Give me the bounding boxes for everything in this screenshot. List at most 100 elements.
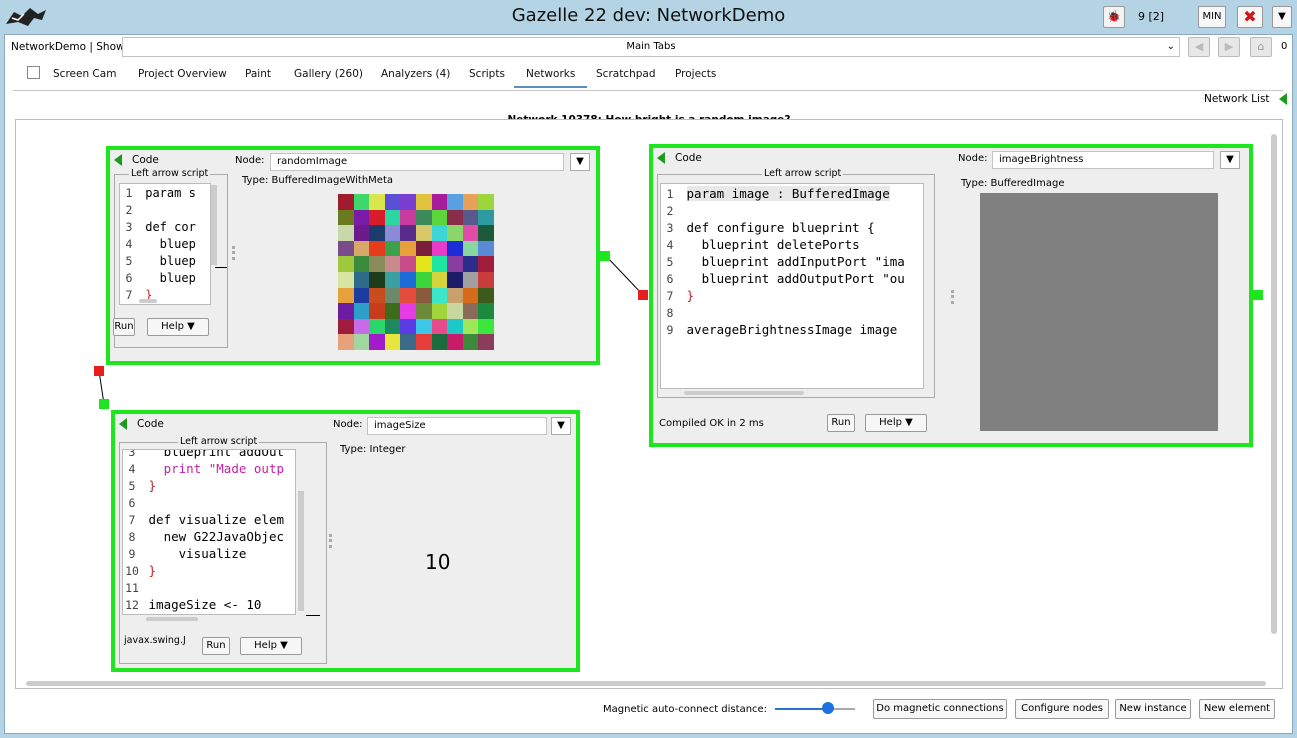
collapse-arrow-icon[interactable]: [119, 418, 127, 430]
output-port[interactable]: [99, 399, 109, 409]
mosaic-cell: [462, 318, 479, 335]
node-image-size[interactable]: Code Node: imageSize ▼ Left arrow script…: [111, 410, 580, 672]
title-bar: Gazelle 22 dev: NetworkDemo 🐞 9 [2] MIN …: [0, 0, 1297, 34]
magnetic-distance-slider[interactable]: [775, 708, 855, 710]
mosaic-cell: [447, 240, 463, 257]
node-random-image[interactable]: Code Node: randomImage ▼ Left arrow scri…: [106, 146, 600, 365]
screen-cam-checkbox[interactable]: [27, 66, 40, 79]
mosaic-cell: [462, 334, 479, 350]
split-divider[interactable]: [951, 290, 954, 304]
main-tabs-combo[interactable]: Main Tabs ⌄: [122, 37, 1180, 57]
split-divider[interactable]: [232, 246, 235, 260]
code-line: 6: [128, 496, 136, 510]
new-element-button[interactable]: New element: [1199, 699, 1275, 719]
tab-paint[interactable]: Paint: [245, 68, 271, 80]
code-editor[interactable]: 1 param s 2 3 def cor 4 bluep 5 bluep 6 …: [119, 183, 211, 305]
brightness-image-preview: [980, 193, 1218, 431]
canvas-horizontal-scrollbar[interactable]: [26, 681, 1266, 686]
tab-bar: Screen Cam Project Overview Paint Galler…: [13, 61, 1283, 91]
mosaic-cell: [338, 303, 354, 319]
vertical-scrollbar[interactable]: [211, 185, 217, 265]
mosaic-cell: [384, 287, 401, 304]
help-button[interactable]: Help ▼: [240, 637, 302, 655]
tab-projects[interactable]: Projects: [675, 68, 716, 80]
script-legend: Left arrow script: [762, 168, 844, 179]
separator-line: [306, 615, 320, 616]
mosaic-cell: [447, 334, 463, 350]
chevron-down-icon: ⌄: [1166, 41, 1175, 52]
script-panel: Left arrow script 3 blueprint addOut 4 p…: [119, 436, 327, 664]
tab-scripts[interactable]: Scripts: [469, 68, 505, 80]
mosaic-cell: [462, 194, 479, 210]
code-line: 6 bluep: [125, 271, 196, 285]
mosaic-cell: [369, 303, 385, 319]
network-list-toggle[interactable]: Network List: [1204, 93, 1287, 105]
node-image-brightness[interactable]: Code Node: imageBrightness ▼ Left arrow …: [649, 144, 1253, 447]
code-line: 3 def configure blueprint {: [666, 220, 875, 235]
mosaic-cell: [353, 303, 370, 319]
mosaic-cell: [400, 303, 416, 319]
script-panel: Left arrow script 1 param image : Buffer…: [657, 168, 935, 398]
node-name-field[interactable]: imageSize: [367, 417, 547, 435]
back-arrow-icon[interactable]: ◀: [1188, 37, 1210, 57]
tab-analyzers[interactable]: Analyzers (4): [381, 68, 450, 80]
window-menu-button[interactable]: ▼: [1272, 6, 1292, 28]
horizontal-scrollbar[interactable]: [146, 617, 198, 621]
code-line: 10 }: [125, 563, 157, 578]
configure-nodes-button[interactable]: Configure nodes: [1015, 699, 1109, 719]
code-line: 5 blueprint addInputPort "ima: [666, 254, 905, 269]
input-port[interactable]: [638, 290, 648, 300]
new-instance-button[interactable]: New instance: [1115, 699, 1191, 719]
horizontal-scrollbar[interactable]: [684, 391, 804, 395]
do-magnetic-connections-button[interactable]: Do magnetic connections: [873, 699, 1007, 719]
mosaic-cell: [478, 287, 494, 304]
node-menu-dropdown[interactable]: ▼: [1220, 151, 1240, 169]
node-menu-dropdown[interactable]: ▼: [570, 153, 590, 171]
slider-knob[interactable]: [821, 702, 834, 714]
mosaic-cell: [338, 256, 354, 272]
mosaic-cell: [369, 318, 385, 335]
mosaic-cell: [431, 209, 448, 226]
collapse-arrow-icon[interactable]: [114, 154, 122, 166]
mosaic-cell: [400, 240, 416, 257]
tab-networks[interactable]: Networks: [514, 68, 588, 88]
horizontal-scrollbar[interactable]: [139, 299, 157, 303]
help-button[interactable]: Help ▼: [865, 414, 927, 432]
mosaic-cell: [447, 256, 463, 272]
collapse-arrow-icon[interactable]: [657, 152, 665, 164]
mosaic-cell: [478, 194, 494, 210]
node-name-field[interactable]: randomImage: [270, 153, 564, 171]
tab-screen-cam[interactable]: Screen Cam: [53, 68, 116, 80]
code-line: 1 param s: [125, 186, 196, 200]
node-menu-dropdown[interactable]: ▼: [551, 417, 571, 435]
close-icon[interactable]: ✖: [1237, 6, 1263, 28]
type-label: Type: BufferedImage: [961, 178, 1065, 189]
network-canvas[interactable]: Code Node: randomImage ▼ Left arrow scri…: [15, 119, 1283, 689]
code-editor[interactable]: 1 param image : BufferedImage 2 3 def co…: [660, 183, 924, 389]
code-line: 4 blueprint deletePorts: [666, 237, 860, 252]
mosaic-cell: [353, 318, 370, 335]
code-line: 8: [666, 306, 674, 320]
forward-arrow-icon[interactable]: ▶: [1218, 37, 1240, 57]
mosaic-cell: [369, 256, 385, 272]
input-port[interactable]: [94, 366, 104, 376]
run-button[interactable]: Run: [113, 318, 135, 336]
vertical-scrollbar[interactable]: [298, 491, 304, 611]
output-port[interactable]: [600, 251, 610, 261]
code-line: 2: [125, 203, 133, 217]
code-editor[interactable]: 3 blueprint addOut 4 print "Made outp 5 …: [122, 449, 296, 615]
split-divider[interactable]: [329, 534, 332, 548]
run-button[interactable]: Run: [202, 637, 230, 655]
node-name-field[interactable]: imageBrightness: [992, 151, 1214, 169]
tab-project-overview[interactable]: Project Overview: [138, 68, 227, 80]
run-button[interactable]: Run: [827, 414, 855, 432]
home-icon[interactable]: ⌂: [1250, 37, 1272, 57]
tab-scratchpad[interactable]: Scratchpad: [596, 68, 656, 80]
bug-icon[interactable]: 🐞: [1103, 6, 1125, 28]
mosaic-cell: [447, 303, 463, 319]
canvas-vertical-scrollbar[interactable]: [1271, 134, 1277, 634]
output-port[interactable]: [1253, 290, 1263, 300]
help-button[interactable]: Help ▼: [147, 318, 209, 336]
minimize-button[interactable]: MIN: [1198, 6, 1226, 28]
tab-gallery[interactable]: Gallery (260): [294, 68, 363, 80]
